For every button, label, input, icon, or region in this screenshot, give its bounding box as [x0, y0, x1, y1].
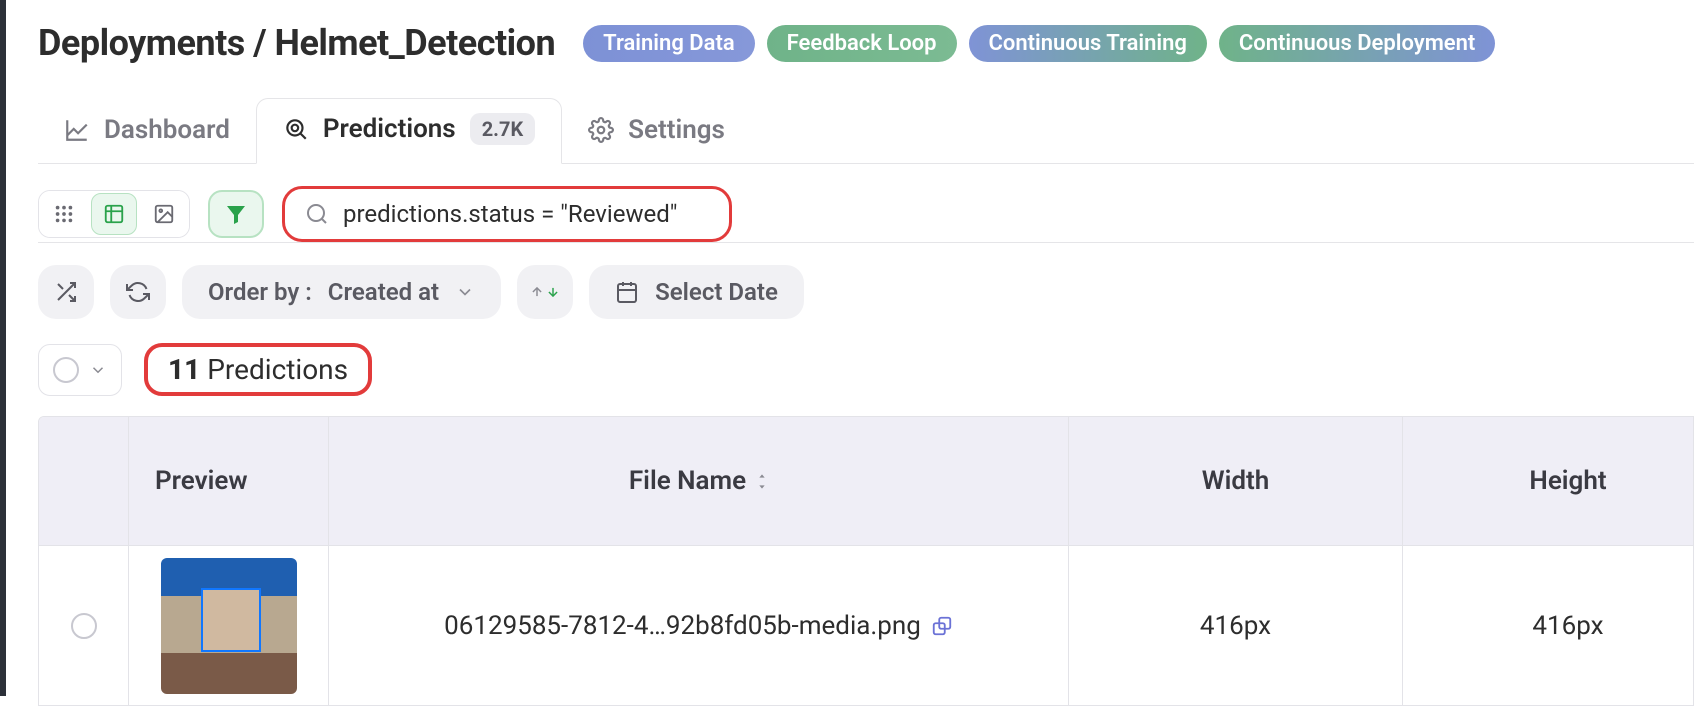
filter-button[interactable]	[208, 190, 264, 238]
col-filename[interactable]: File Name	[329, 417, 1069, 545]
search-icon	[305, 202, 329, 226]
breadcrumb[interactable]: Deployments / Helmet_Detection	[38, 22, 555, 64]
predictions-table: Preview File Name Width Height 06129585-…	[38, 416, 1694, 706]
row-checkbox[interactable]	[39, 546, 129, 705]
search-query-highlighted	[282, 186, 732, 242]
shuffle-button[interactable]	[38, 265, 94, 319]
checkbox-empty-icon	[71, 613, 97, 639]
status-pill[interactable]: Training Data	[583, 25, 754, 62]
order-by-field: Created at	[328, 278, 439, 306]
refresh-button[interactable]	[110, 265, 166, 319]
tab-label: Predictions	[323, 114, 456, 144]
view-mode-group	[38, 190, 190, 238]
checkbox-empty-icon	[53, 357, 79, 383]
tab-label: Settings	[628, 115, 725, 145]
thumbnail-image	[161, 558, 297, 694]
open-external-icon[interactable]	[931, 615, 953, 637]
status-pill[interactable]: Feedback Loop	[767, 25, 957, 62]
view-grid-button[interactable]	[39, 191, 89, 237]
search-input[interactable]	[343, 200, 709, 228]
select-date-button[interactable]: Select Date	[589, 265, 804, 319]
sort-icon	[756, 473, 768, 490]
chevron-down-icon	[455, 282, 475, 302]
status-pill[interactable]: Continuous Deployment	[1219, 25, 1495, 62]
arrow-up-icon	[530, 282, 544, 302]
count-label: Predictions	[200, 353, 348, 386]
row-width: 416px	[1069, 546, 1403, 705]
view-table-button[interactable]	[91, 193, 137, 235]
tab-predictions[interactable]: Predictions 2.7K	[256, 98, 562, 164]
row-height: 416px	[1403, 546, 1694, 705]
tab-settings[interactable]: Settings	[562, 101, 751, 163]
table-row[interactable]: 06129585-7812-4…92b8fd05b-media.png 416p…	[39, 545, 1693, 705]
predictions-count-badge: 2.7K	[470, 113, 535, 145]
row-preview[interactable]	[129, 546, 329, 705]
tab-dashboard[interactable]: Dashboard	[38, 101, 256, 163]
tabs: Dashboard Predictions 2.7K Settings	[38, 98, 1694, 164]
tab-label: Dashboard	[104, 115, 230, 145]
window-left-strip	[0, 0, 6, 696]
col-preview[interactable]: Preview	[129, 417, 329, 545]
row-filename: 06129585-7812-4…92b8fd05b-media.png	[329, 546, 1069, 705]
select-all-dropdown[interactable]	[38, 344, 122, 396]
select-date-label: Select Date	[655, 278, 778, 306]
order-by-prefix: Order by :	[208, 278, 312, 306]
chart-line-icon	[64, 117, 90, 143]
col-width[interactable]: Width	[1069, 417, 1403, 545]
status-pill[interactable]: Continuous Training	[969, 25, 1207, 62]
predictions-count-highlighted: 11 Predictions	[144, 343, 372, 396]
sort-direction-button[interactable]	[517, 265, 573, 319]
table-header: Preview File Name Width Height	[39, 417, 1693, 545]
calendar-icon	[615, 280, 639, 304]
arrow-down-icon	[546, 282, 560, 302]
col-height[interactable]: Height	[1403, 417, 1694, 545]
target-search-icon	[283, 116, 309, 142]
order-by-dropdown[interactable]: Order by : Created at	[182, 265, 501, 319]
chevron-down-icon	[89, 361, 107, 379]
gear-icon	[588, 117, 614, 143]
view-image-button[interactable]	[139, 191, 189, 237]
count-number: 11	[168, 353, 200, 386]
col-checkbox	[39, 417, 129, 545]
status-pills: Training Data Feedback Loop Continuous Tra…	[583, 25, 1495, 62]
